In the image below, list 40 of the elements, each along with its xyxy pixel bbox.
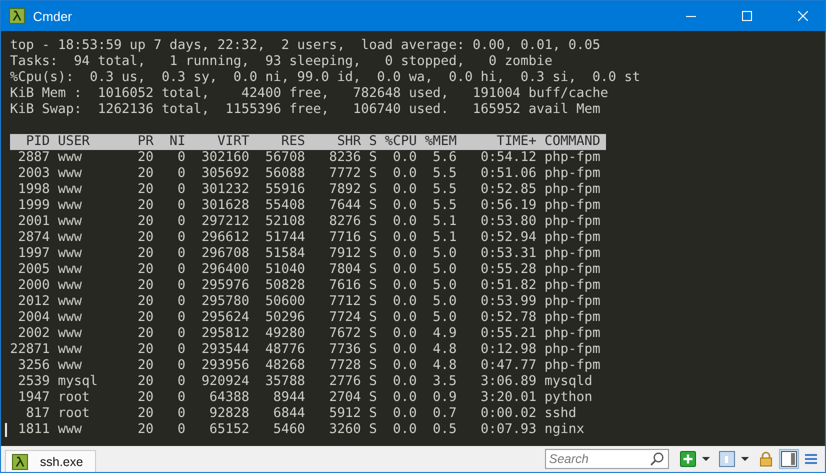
terminal-line: KiB Swap: 1262136 total, 1155396 free, 106740 used. 165952 avail Mem [10, 102, 600, 118]
maximize-icon[interactable] [742, 11, 752, 21]
caret-icon[interactable] [741, 457, 749, 461]
lock-icon[interactable] [758, 451, 774, 467]
new-console-icon[interactable] [680, 451, 696, 467]
process-row-text: 1998 www 20 0 301232 55916 7892 S 0.0 5.5 0:52.85 php-fpm [16, 182, 600, 198]
process-row-text: 2539 mysql 20 0 920924 35788 2776 S 0.0 3.5 3:06.89 mysqld [16, 374, 592, 390]
terminal-line: top - 18:53:59 up 7 days, 22:32, 2 users, load average: 0.00, 0.01, 0.05 [10, 38, 600, 54]
process-row-text: 2001 www 20 0 297212 52108 8276 S 0.0 5.1 0:53.80 php-fpm [16, 214, 600, 230]
search-field[interactable]: Search [545, 449, 669, 469]
process-row-text: 1997 www 20 0 296708 51584 7912 S 0.0 5.0 0:53.31 php-fpm [16, 246, 600, 262]
process-row-text: 2003 www 20 0 305692 56088 7772 S 0.0 5.5 0:51.06 php-fpm [16, 166, 600, 182]
text-cursor [5, 423, 7, 437]
process-row-text: 2874 www 20 0 296612 51744 7716 S 0.0 5.1 0:52.94 php-fpm [16, 230, 600, 246]
process-row-text: 2000 www 20 0 295976 50828 7616 S 0.0 5.0 0:51.82 php-fpm [16, 278, 600, 294]
search-icon [650, 452, 664, 466]
close-icon[interactable] [798, 11, 808, 21]
column-header: PID USER PR NI VIRT RES SHR S %CPU %MEM TIME+ COMMAND [10, 134, 606, 150]
process-row-text: 2004 www 20 0 295624 50296 7724 S 0.0 5.0 0:52.78 php-fpm [16, 310, 600, 326]
terminal-line: %Cpu(s): 0.3 us, 0.3 sy, 0.0 ni, 99.0 id, 0.0 wa, 0.0 hi, 0.3 si, 0.0 st [10, 70, 640, 86]
process-row-text: 2005 www 20 0 296400 51040 7804 S 0.0 5.0 0:55.28 php-fpm [16, 262, 600, 278]
process-row: 22871 www 20 0 293544 48776 7736 S 0.0 4.8 0:12.98 php-fpm [10, 342, 600, 358]
process-row-text: 2887 www 20 0 302160 56708 8236 S 0.0 5.6 0:54.12 php-fpm [16, 150, 600, 166]
lambda-icon [12, 454, 28, 470]
process-row-text: 3256 www 20 0 293956 48268 7728 S 0.0 4.8 0:47.77 php-fpm [16, 358, 600, 374]
split-view-button[interactable] [779, 449, 799, 469]
terminal-line: Tasks: 94 total, 1 running, 93 sleeping, 0 stopped, 0 zombie [10, 54, 552, 70]
terminal-line: KiB Mem : 1016052 total, 42400 free, 782648 used, 191004 buff/cache [10, 86, 608, 102]
console-tab[interactable]: ssh.exe [5, 450, 96, 472]
process-row-text: 1811 www 20 0 65152 5460 3260 S 0.0 0.5 0:07.93 nginx [16, 422, 584, 438]
process-row-text: 817 root 20 0 92828 6844 5912 S 0.0 0.7 0:00.02 sshd [24, 406, 576, 422]
lambda-icon [9, 8, 25, 24]
process-row-text: 1999 www 20 0 301628 55408 7644 S 0.0 5.5 0:56.19 php-fpm [16, 198, 600, 214]
window-icon[interactable] [719, 451, 735, 467]
window-title: Cmder [33, 8, 72, 24]
caret-icon[interactable] [702, 457, 710, 461]
menu-icon[interactable] [804, 452, 818, 466]
process-row-text: 2012 www 20 0 295780 50600 7712 S 0.0 5.0 0:53.99 php-fpm [16, 294, 600, 310]
process-row-text: 1947 root 20 0 64388 8944 2704 S 0.0 0.9 3:20.01 python [16, 390, 592, 406]
process-row-text: 2002 www 20 0 295812 49280 7672 S 0.0 4.9 0:55.21 php-fpm [16, 326, 600, 342]
